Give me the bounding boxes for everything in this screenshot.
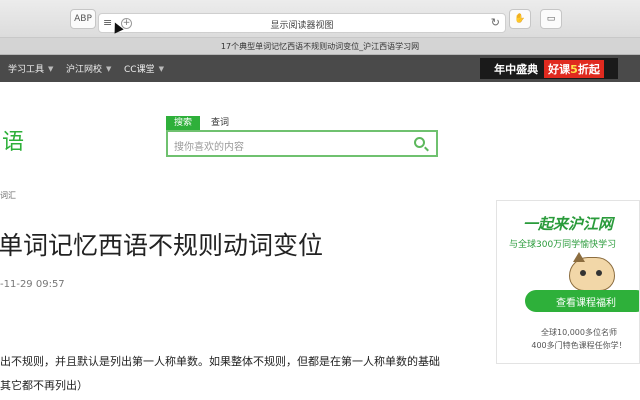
chevron-down-icon: ▼ — [158, 64, 164, 73]
adblock-button[interactable]: ABP — [70, 9, 96, 29]
address-title: 显示阅读器视图 — [270, 21, 334, 31]
article-text-line: 出不规则，并且默认是列出第一人称单数。如果整体不规则，但都是在第一人称单数的基础 — [0, 355, 440, 368]
adblock-icon: ABP — [74, 14, 92, 24]
promo-right: 好课5折起 — [544, 59, 604, 78]
tab-search[interactable]: 搜索 — [166, 116, 201, 130]
nav-item-tools[interactable]: 学习工具 ▼ — [8, 62, 54, 76]
promo-left: 年中盛典 — [494, 62, 539, 76]
nav-item-label: 学习工具 — [8, 65, 45, 75]
side-ad[interactable]: 一起来沪江网 与全球300万同学愉快学习 查看课程福利 全球10,000多位名师… — [496, 200, 640, 364]
search-input[interactable]: 搜你喜欢的内容 — [166, 130, 438, 157]
site-logo[interactable]: 语 — [2, 124, 24, 156]
tab-dictionary[interactable]: 查词 — [203, 116, 237, 130]
promo-right-a: 好课 — [548, 62, 571, 76]
ad-slogan: 一起来沪江网 — [523, 215, 614, 233]
search-icon[interactable] — [414, 137, 425, 148]
address-bar[interactable]: ≡ + 显示阅读器视图 ↻ — [98, 13, 506, 33]
reload-icon[interactable]: ↻ — [491, 16, 500, 29]
ad-note: 400多门特色课程任你学！ — [531, 341, 627, 350]
browser-toolbar: ABP ≡ + 显示阅读器视图 ↻ ✋ ▭ — [0, 0, 640, 38]
article-date: -11-29 09:57 — [0, 279, 65, 290]
nav-item-label: CC课堂 — [124, 65, 155, 75]
hand-icon: ✋ — [514, 14, 526, 24]
nav-item-label: 沪江网校 — [66, 65, 103, 75]
window-icon: ▭ — [546, 14, 556, 24]
owl-mascot-icon — [569, 252, 615, 291]
view-course-benefits-button[interactable]: 查看课程福利 — [525, 290, 639, 312]
chevron-down-icon: ▼ — [106, 64, 112, 73]
bookmark-button[interactable]: ✋ — [509, 9, 531, 29]
tab-strip: 17个典型单词记忆西语不规则动词变位_沪江西语学习网 — [0, 38, 640, 55]
promo-right-num: 5 — [570, 62, 578, 76]
breadcrumb[interactable]: 词汇 — [0, 190, 16, 201]
ad-subtitle: 与全球300万同学愉快学习 — [509, 240, 617, 250]
nav-item-school[interactable]: 沪江网校 ▼ — [66, 62, 112, 76]
tab-title[interactable]: 17个典型单词记忆西语不规则动词变位_沪江西语学习网 — [0, 41, 640, 52]
ad-note: 全球10,000多位名师 — [541, 328, 617, 337]
chevron-down-icon: ▼ — [48, 64, 54, 73]
nav-item-cc[interactable]: CC课堂 ▼ — [124, 62, 164, 76]
page-title: 单词记忆西语不规则动词变位 — [0, 231, 324, 260]
article-text-line: 其它都不再列出） — [0, 379, 88, 392]
search-placeholder: 搜你喜欢的内容 — [174, 142, 244, 153]
promo-right-b: 折起 — [577, 62, 600, 76]
promo-banner[interactable]: 年中盛典 好课5折起 — [480, 58, 618, 79]
tabs-overview-button[interactable]: ▭ — [540, 9, 562, 29]
